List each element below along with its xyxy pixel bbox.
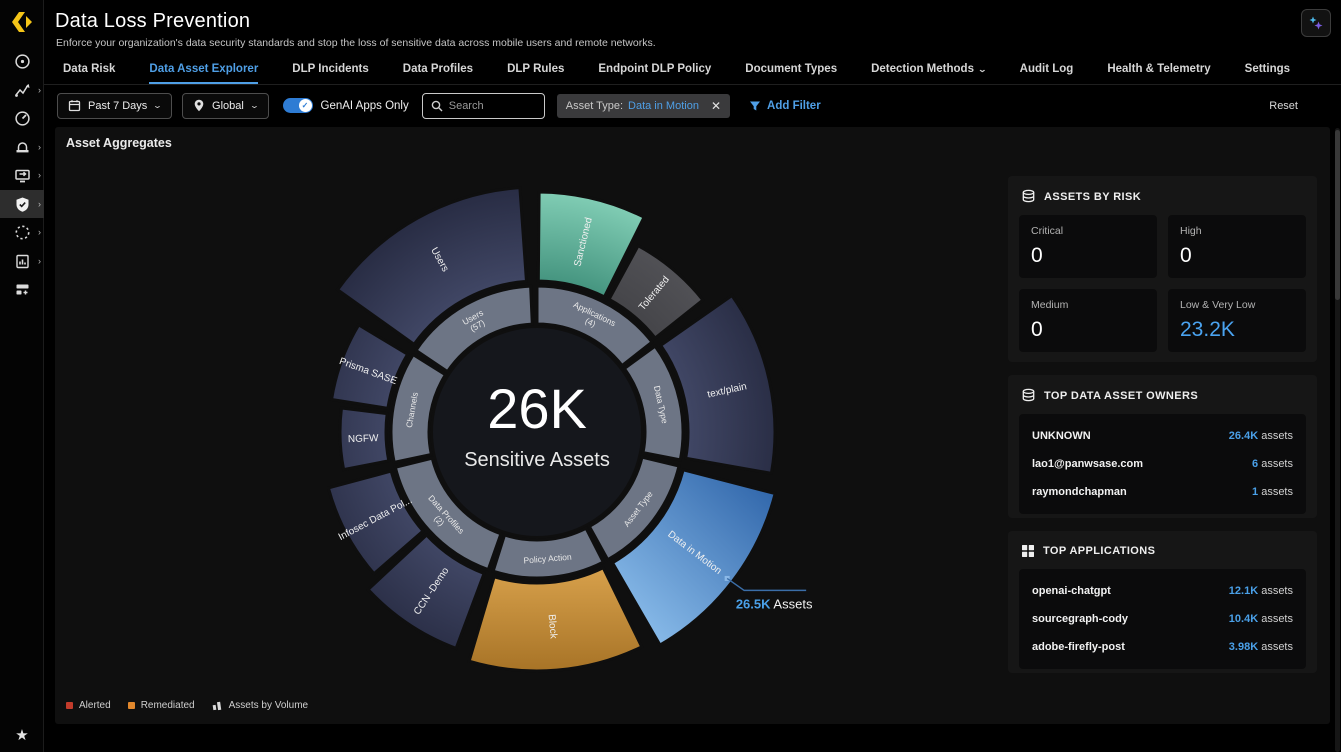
page-subtitle: Enforce your organization's data securit… — [56, 37, 656, 49]
nav-incident-siren-icon[interactable]: › — [0, 133, 44, 161]
search-icon — [431, 100, 443, 112]
tab-dlp-rules[interactable]: DLP Rules — [507, 56, 564, 84]
database-icon — [1021, 189, 1036, 204]
owner-row[interactable]: raymondchapman 1 assets — [1032, 480, 1293, 504]
tab-bar: Data Risk Data Asset Explorer DLP Incide… — [44, 56, 1341, 85]
callout-line — [727, 578, 806, 590]
filter-bar: Past 7 Days ⌄ Global ⌄ ✓ GenAI Apps Only… — [44, 85, 1341, 126]
chevron-right-icon: › — [38, 227, 41, 237]
center-value: 26K — [487, 377, 587, 440]
legend-swatch — [66, 702, 73, 709]
top-data-asset-owners-card: TOP DATA ASSET OWNERS UNKNOWN 26.4K asse… — [1008, 375, 1317, 518]
chevron-down-icon: ⌄ — [249, 101, 259, 110]
risk-tile-critical[interactable]: Critical 0 — [1019, 215, 1157, 278]
nav-network-monitor-icon[interactable]: › — [0, 161, 44, 189]
nav-activity-route-icon[interactable]: › — [0, 76, 44, 104]
nav-dashboard-gauge-icon[interactable] — [0, 104, 44, 132]
tab-document-types[interactable]: Document Types — [745, 56, 837, 84]
scrollbar-thumb[interactable] — [1335, 130, 1340, 300]
nav-radar-icon[interactable] — [0, 47, 44, 75]
callout-label: 26.5K Assets — [736, 596, 813, 611]
sunburst-chart: Applications(4)SanctionedToleratedData T… — [257, 152, 817, 712]
genai-apps-toggle[interactable]: ✓ GenAI Apps Only — [283, 98, 409, 113]
chevron-right-icon: › — [38, 256, 41, 266]
vertical-scrollbar[interactable] — [1335, 128, 1340, 752]
risk-tile-low[interactable]: Low & Very Low 23.2K — [1168, 289, 1306, 352]
legend-alerted: Alerted — [66, 700, 111, 711]
close-icon[interactable]: ✕ — [711, 99, 721, 113]
reset-button[interactable]: Reset — [1269, 100, 1298, 112]
nav-manage-grid-icon[interactable] — [0, 275, 44, 303]
chevron-right-icon: › — [38, 170, 41, 180]
location-pin-icon — [193, 99, 205, 112]
tab-data-risk[interactable]: Data Risk — [63, 56, 115, 84]
application-row[interactable]: sourcegraph-cody 10.4K assets — [1032, 607, 1293, 631]
assets-by-risk-card: ASSETS BY RISK Critical 0 High 0 Medium … — [1008, 176, 1317, 362]
chevron-right-icon: › — [38, 142, 41, 152]
right-summary-column: ASSETS BY RISK Critical 0 High 0 Medium … — [1008, 176, 1317, 686]
bar-chart-icon — [212, 700, 223, 711]
nav-reports-icon[interactable]: › — [0, 247, 44, 275]
tab-audit-log[interactable]: Audit Log — [1020, 56, 1074, 84]
application-row[interactable]: openai-chatgpt 12.1K assets — [1032, 579, 1293, 603]
toggle-switch-on: ✓ — [283, 98, 313, 113]
page-header: Data Loss Prevention Enforce your organi… — [44, 0, 1341, 56]
grid-icon — [1021, 544, 1035, 558]
page-title: Data Loss Prevention — [55, 10, 250, 33]
brand-logo[interactable] — [8, 8, 36, 36]
left-nav-rail: › › › › › › ★ — [0, 0, 44, 752]
calendar-icon — [68, 99, 81, 112]
wedge-label: NGFW — [348, 433, 379, 445]
top-applications-card: TOP APPLICATIONS openai-chatgpt 12.1K as… — [1008, 531, 1317, 673]
risk-tile-high[interactable]: High 0 — [1168, 215, 1306, 278]
tab-health-telemetry[interactable]: Health & Telemetry — [1107, 56, 1210, 84]
scope-dropdown[interactable]: Global ⌄ — [182, 93, 269, 119]
nav-ai-access-icon[interactable]: › — [0, 218, 44, 246]
search-box[interactable] — [422, 93, 545, 119]
panel-heading: Asset Aggregates — [66, 136, 172, 150]
risk-tile-medium[interactable]: Medium 0 — [1019, 289, 1157, 352]
funnel-icon — [749, 100, 761, 112]
filter-chip-asset-type[interactable]: Asset Type: Data in Motion ✕ — [557, 94, 730, 118]
favorites-star-icon[interactable]: ★ — [0, 726, 44, 744]
card-title: TOP DATA ASSET OWNERS — [1044, 390, 1198, 402]
chevron-right-icon: › — [38, 85, 41, 95]
tab-dlp-incidents[interactable]: DLP Incidents — [292, 56, 368, 84]
ai-sparkles-icon — [1308, 15, 1324, 31]
chevron-right-icon: › — [38, 199, 41, 209]
tab-endpoint-dlp-policy[interactable]: Endpoint DLP Policy — [598, 56, 711, 84]
add-filter-button[interactable]: Add Filter — [749, 100, 821, 112]
legend-remediated: Remediated — [128, 700, 195, 711]
tab-settings[interactable]: Settings — [1245, 56, 1290, 84]
chevron-down-icon: ⌄ — [153, 101, 163, 110]
legend-assets-by-volume: Assets by Volume — [212, 700, 308, 711]
time-range-dropdown[interactable]: Past 7 Days ⌄ — [57, 93, 172, 119]
chart-legend: Alerted Remediated Assets by Volume — [66, 700, 308, 711]
database-icon — [1021, 388, 1036, 403]
owner-row[interactable]: UNKNOWN 26.4K assets — [1032, 424, 1293, 448]
nav-security-shield-icon[interactable]: › — [0, 190, 44, 218]
chevron-down-icon: ⌄ — [978, 65, 987, 74]
wedge-label: Block — [546, 614, 559, 640]
toggle-check-icon: ✓ — [299, 99, 312, 112]
tab-data-profiles[interactable]: Data Profiles — [403, 56, 473, 84]
asset-aggregates-panel: Asset Aggregates Applications(4)Sanction… — [55, 127, 1330, 724]
toggle-label: GenAI Apps Only — [321, 100, 409, 112]
search-input[interactable] — [449, 100, 534, 112]
application-row[interactable]: adobe-firefly-post 3.98K assets — [1032, 635, 1293, 659]
tab-detection-methods[interactable]: Detection Methods⌄ — [871, 56, 986, 84]
center-label: Sensitive Assets — [464, 449, 610, 471]
tab-data-asset-explorer[interactable]: Data Asset Explorer — [149, 56, 258, 84]
card-title: TOP APPLICATIONS — [1043, 545, 1155, 557]
ai-copilot-button[interactable] — [1301, 9, 1331, 37]
card-title: ASSETS BY RISK — [1044, 191, 1141, 203]
owner-row[interactable]: lao1@panwsase.com 6 assets — [1032, 452, 1293, 476]
legend-swatch — [128, 702, 135, 709]
